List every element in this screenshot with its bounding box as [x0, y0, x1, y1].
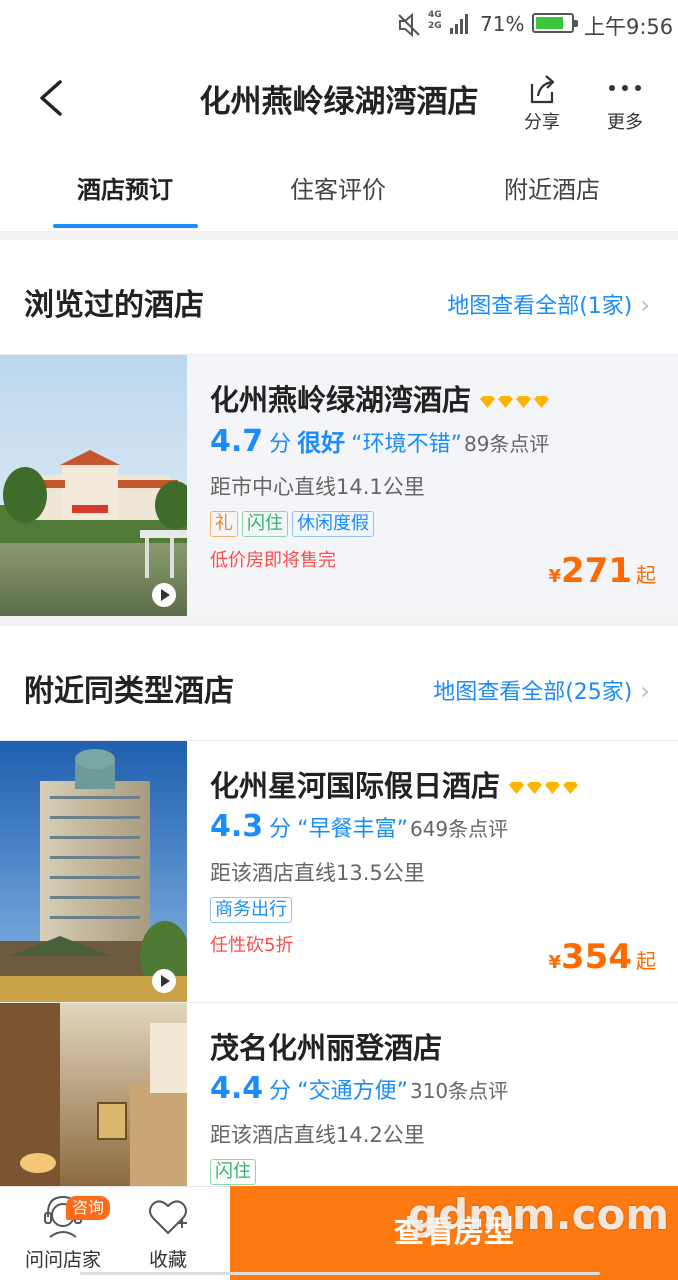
- battery-percent: 71%: [480, 12, 525, 36]
- review-highlight: “交通方便”: [297, 1079, 408, 1104]
- hotel-name-text: 化州燕岭绿湖湾酒店: [210, 383, 472, 417]
- tag-list: 商务出行: [210, 897, 296, 923]
- divider: [0, 616, 678, 626]
- play-video-icon[interactable]: [152, 583, 176, 607]
- hotel-photo: [0, 741, 187, 1003]
- tag: 商务出行: [210, 897, 292, 923]
- review-count: 89条点评: [463, 432, 550, 456]
- tag-list: 礼闪住 休闲度假: [210, 511, 378, 537]
- tab-bar: 酒店预订 住客评价 附近酒店: [0, 146, 678, 232]
- price-suffix: 起: [636, 949, 656, 973]
- tag-list: 闪住: [210, 1159, 260, 1185]
- map-link-label: 地图查看全部(1家): [447, 294, 633, 319]
- distance: 距该酒店直线14.2公里: [210, 1123, 425, 1147]
- hotel-photo: [0, 1003, 187, 1187]
- share-label: 分享: [524, 112, 560, 133]
- home-indicator: [80, 1272, 600, 1275]
- tab-guest-reviews[interactable]: 住客评价: [258, 170, 418, 205]
- review-count: 310条点评: [409, 1079, 509, 1103]
- diamond-rating-icon: [480, 396, 550, 408]
- price: ¥354 起: [548, 937, 656, 977]
- score: 4.3: [210, 809, 264, 844]
- currency-symbol: ¥: [548, 566, 562, 587]
- tag: 休闲度假: [292, 511, 374, 537]
- header: 化州燕岭绿湖湾酒店 分享 更多: [0, 50, 678, 146]
- rating-row: 4.7 分很好 “环境不错” 89条点评: [210, 423, 549, 459]
- rating-row: 4.3 分 “早餐丰富” 649条点评: [210, 809, 508, 844]
- share-icon: [530, 75, 555, 104]
- score-unit: 分: [269, 817, 292, 842]
- map-view-all-link[interactable]: 地图查看全部(25家) ›: [433, 674, 650, 706]
- section-title: 浏览过的酒店: [24, 288, 204, 323]
- price-value: 271: [561, 551, 632, 591]
- favorite-label: 收藏: [148, 1249, 187, 1271]
- rating-row: 4.4 分 “交通方便” 310条点评: [210, 1071, 508, 1106]
- more-button[interactable]: 更多: [595, 72, 655, 134]
- more-dots-icon: [609, 85, 641, 91]
- watermark: gdmm.com: [408, 1190, 670, 1239]
- mute-icon: [398, 12, 420, 38]
- distance: 距该酒店直线13.5公里: [210, 861, 425, 885]
- score: 4.7: [210, 424, 264, 459]
- currency-symbol: ¥: [548, 952, 562, 973]
- more-label: 更多: [607, 112, 643, 133]
- distance: 距市中心直线14.1公里: [210, 475, 425, 499]
- battery-icon: [532, 13, 578, 33]
- chevron-right-icon: ›: [640, 677, 650, 705]
- viewed-hotels-header: 浏览过的酒店 地图查看全部(1家) ›: [0, 240, 678, 355]
- rating-level: 很好: [297, 429, 346, 457]
- signal-icon: [450, 14, 468, 34]
- review-highlight: “环境不错”: [351, 432, 462, 457]
- chevron-right-icon: ›: [640, 291, 650, 319]
- hotel-photo: [0, 355, 187, 617]
- play-video-icon[interactable]: [152, 969, 176, 993]
- tab-hotel-booking[interactable]: 酒店预订: [45, 170, 205, 205]
- favorite-button[interactable]: 收藏: [123, 1195, 213, 1272]
- active-tab-indicator: [53, 224, 198, 228]
- tag: 闪住: [210, 1159, 256, 1185]
- review-highlight: “早餐丰富”: [297, 817, 408, 842]
- tag: 礼: [210, 511, 238, 537]
- price-value: 354: [561, 937, 632, 977]
- tab-nearby-hotels[interactable]: 附近酒店: [472, 170, 632, 205]
- price-suffix: 起: [636, 563, 656, 587]
- hotel-card[interactable]: 化州星河国际假日酒店 4.3 分 “早餐丰富” 649条点评 距该酒店直线13.5公里…: [0, 740, 678, 1003]
- back-arrow-icon[interactable]: [30, 74, 74, 122]
- ask-merchant-label: 问问店家: [24, 1249, 101, 1271]
- price: ¥271 起: [548, 551, 656, 591]
- promo-text: 任性砍5折: [210, 935, 294, 956]
- hotel-name-text: 茂名化州丽登酒店: [210, 1031, 443, 1065]
- score-unit: 分: [269, 1079, 292, 1104]
- network-indicator: 4G 2G: [428, 10, 442, 31]
- score: 4.4: [210, 1071, 264, 1106]
- hotel-name: 化州燕岭绿湖湾酒店: [210, 377, 551, 419]
- score-unit: 分: [269, 432, 292, 457]
- nearby-hotels-header: 附近同类型酒店 地图查看全部(25家) ›: [0, 626, 678, 741]
- map-link-label: 地图查看全部(25家): [433, 680, 633, 705]
- status-bar: 4G 2G 71% 上午9:56: [0, 0, 678, 50]
- promo-text: 低价房即将售完: [210, 550, 336, 571]
- share-button[interactable]: 分享: [512, 72, 572, 134]
- hotel-name-text: 化州星河国际假日酒店: [210, 769, 501, 803]
- review-count: 649条点评: [409, 817, 509, 841]
- consult-badge: 咨询: [66, 1196, 111, 1220]
- tag: 闪住: [242, 511, 288, 537]
- diamond-rating-icon: [509, 782, 579, 794]
- section-title: 附近同类型酒店: [24, 674, 234, 709]
- page-title: 化州燕岭绿湖湾酒店: [199, 84, 479, 120]
- clock: 上午9:56: [584, 15, 674, 39]
- hotel-card[interactable]: 化州燕岭绿湖湾酒店 4.7 分很好 “环境不错” 89条点评 距市中心直线14.1公里…: [0, 354, 678, 617]
- hotel-name: 化州星河国际假日酒店: [210, 763, 580, 805]
- divider: [0, 232, 678, 240]
- heart-plus-icon: [149, 1200, 187, 1234]
- hotel-card[interactable]: 茂名化州丽登酒店 4.4 分 “交通方便” 310条点评 距该酒店直线14.2公里 闪…: [0, 1002, 678, 1187]
- hotel-name: 茂名化州丽登酒店: [210, 1025, 442, 1067]
- map-view-all-link[interactable]: 地图查看全部(1家) ›: [447, 288, 650, 320]
